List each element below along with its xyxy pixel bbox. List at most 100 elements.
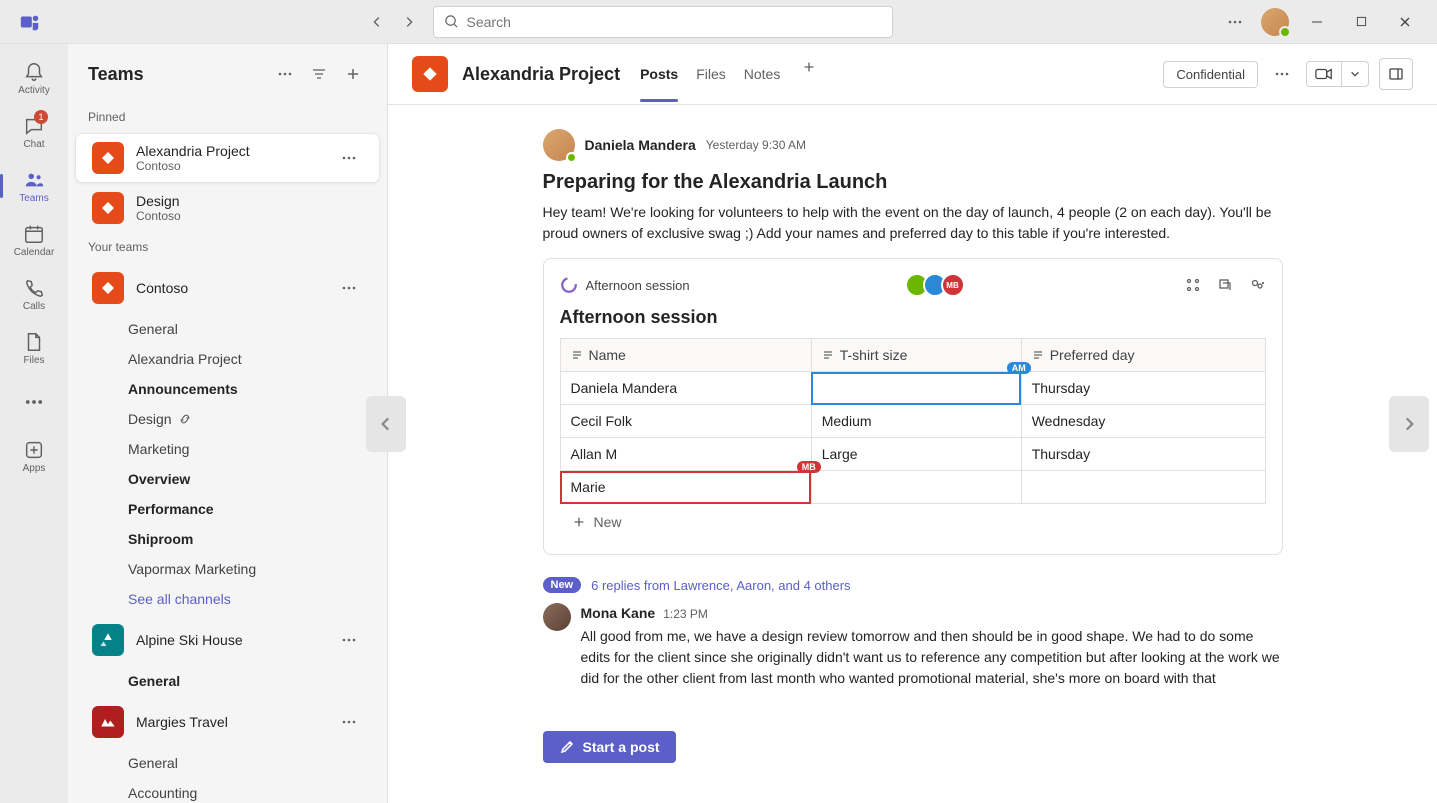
- more-horizontal-icon: [24, 392, 44, 412]
- pinned-more-button[interactable]: [335, 144, 363, 172]
- minimize-button[interactable]: [1301, 6, 1333, 38]
- confidential-button[interactable]: Confidential: [1163, 61, 1258, 88]
- tab-notes[interactable]: Notes: [744, 60, 781, 88]
- share-people-icon[interactable]: [1249, 277, 1265, 293]
- rail-apps[interactable]: Apps: [6, 430, 62, 482]
- copy-icon[interactable]: [1217, 277, 1233, 293]
- account-avatar[interactable]: [1261, 8, 1289, 36]
- team-more-button[interactable]: [335, 708, 363, 736]
- channel-avatar-icon: [412, 56, 448, 92]
- rail-chat[interactable]: Chat 1: [6, 106, 62, 158]
- channel-vapormax[interactable]: Vapormax Marketing: [120, 554, 387, 584]
- add-row-button[interactable]: New: [560, 504, 1266, 540]
- team-more-button[interactable]: [335, 274, 363, 302]
- sidebar-title: Teams: [88, 64, 271, 85]
- coauthor-cursor: MB: [797, 461, 821, 473]
- loop-component[interactable]: Afternoon session MB Afternoon session: [543, 258, 1283, 555]
- next-channel-button[interactable]: [1389, 396, 1429, 452]
- prev-channel-button[interactable]: [366, 396, 406, 452]
- pinned-channel-alexandria[interactable]: Alexandria Project Contoso: [76, 134, 379, 182]
- loop-table[interactable]: Name T-shirt size Preferred day Daniela …: [560, 338, 1266, 504]
- channel-announcements[interactable]: Announcements: [120, 374, 387, 404]
- team-margies[interactable]: Margies Travel: [76, 698, 379, 746]
- author-avatar[interactable]: [543, 129, 575, 161]
- video-icon: [1315, 67, 1333, 81]
- col-name: Name: [560, 339, 811, 372]
- file-icon: [23, 331, 45, 353]
- maximize-button[interactable]: [1345, 6, 1377, 38]
- chat-badge: 1: [34, 110, 48, 124]
- apps-icon: [23, 439, 45, 461]
- start-post-button[interactable]: Start a post: [543, 731, 676, 763]
- reply-timestamp: 1:23 PM: [663, 605, 708, 623]
- tab-posts[interactable]: Posts: [640, 60, 678, 88]
- link-icon: [178, 412, 192, 426]
- channel-shiproom[interactable]: Shiproom: [120, 524, 387, 554]
- rail-files[interactable]: Files: [6, 322, 62, 374]
- your-teams-label: Your teams: [68, 234, 387, 262]
- pinned-label: Pinned: [68, 104, 387, 132]
- pinned-channel-design[interactable]: Design Contoso: [76, 184, 379, 232]
- see-all-channels[interactable]: See all channels: [120, 584, 387, 614]
- search-icon: [444, 14, 459, 29]
- reply-author[interactable]: Mona Kane: [581, 603, 656, 624]
- reply-avatar[interactable]: [543, 603, 571, 631]
- rail-teams[interactable]: Teams: [6, 160, 62, 212]
- team-more-button[interactable]: [335, 626, 363, 654]
- rail-calls[interactable]: Calls: [6, 268, 62, 320]
- rail-more[interactable]: [6, 376, 62, 428]
- grid-icon[interactable]: [1185, 277, 1201, 293]
- loop-coauthors[interactable]: MB: [911, 273, 965, 297]
- more-button[interactable]: [1221, 8, 1249, 36]
- create-team-button[interactable]: [339, 60, 367, 88]
- channel-title: Alexandria Project: [462, 64, 620, 85]
- col-day: Preferred day: [1021, 339, 1265, 372]
- meet-dropdown-button[interactable]: [1341, 62, 1368, 86]
- team-avatar-icon: [92, 142, 124, 174]
- channel-performance[interactable]: Performance: [120, 494, 387, 524]
- back-button[interactable]: [361, 6, 393, 38]
- bell-icon: [23, 61, 45, 83]
- channel-alexandria-project[interactable]: Alexandria Project: [120, 344, 387, 374]
- channel-margies-general[interactable]: General: [120, 748, 387, 778]
- col-tshirt: T-shirt size: [811, 339, 1021, 372]
- search-input[interactable]: [467, 14, 882, 30]
- post-body: Hey team! We're looking for volunteers t…: [543, 202, 1283, 244]
- channel-alpine-general[interactable]: General: [120, 666, 387, 696]
- forward-button[interactable]: [393, 6, 425, 38]
- team-alpine[interactable]: Alpine Ski House: [76, 616, 379, 664]
- team-avatar-icon: [92, 192, 124, 224]
- team-avatar-icon: [92, 706, 124, 738]
- channel-margies-accounting[interactable]: Accounting: [120, 778, 387, 803]
- meet-button-group[interactable]: [1306, 61, 1369, 87]
- tab-files[interactable]: Files: [696, 60, 726, 88]
- replies-link[interactable]: 6 replies from Lawrence, Aaron, and 4 ot…: [591, 578, 850, 593]
- team-contoso[interactable]: Contoso: [76, 264, 379, 312]
- channel-more-button[interactable]: [1268, 60, 1296, 88]
- search-box[interactable]: [433, 6, 893, 38]
- rail-calendar[interactable]: Calendar: [6, 214, 62, 266]
- post-title: Preparing for the Alexandria Launch: [543, 171, 1283, 194]
- open-panel-button[interactable]: [1379, 58, 1413, 90]
- table-row: Cecil Folk Medium Wednesday: [560, 405, 1265, 438]
- table-row: MarieMB: [560, 471, 1265, 504]
- text-column-icon: [571, 349, 583, 361]
- text-column-icon: [1032, 349, 1044, 361]
- channel-overview[interactable]: Overview: [120, 464, 387, 494]
- table-row: Daniela Mandera AM Thursday: [560, 372, 1265, 405]
- teams-more-button[interactable]: [271, 60, 299, 88]
- filter-button[interactable]: [305, 60, 333, 88]
- loop-icon: [560, 276, 578, 294]
- add-tab-button[interactable]: [798, 60, 820, 88]
- compose-icon: [559, 739, 575, 755]
- channel-marketing[interactable]: Marketing: [120, 434, 387, 464]
- post-author[interactable]: Daniela Mandera: [585, 137, 696, 153]
- channel-design[interactable]: Design: [120, 404, 387, 434]
- plus-icon: [572, 515, 586, 529]
- meet-now-button[interactable]: [1307, 62, 1341, 86]
- reply-text: All good from me, we have a design revie…: [581, 626, 1283, 689]
- presence-available-icon: [1279, 26, 1291, 38]
- channel-general[interactable]: General: [120, 314, 387, 344]
- rail-activity[interactable]: Activity: [6, 52, 62, 104]
- close-button[interactable]: [1389, 6, 1421, 38]
